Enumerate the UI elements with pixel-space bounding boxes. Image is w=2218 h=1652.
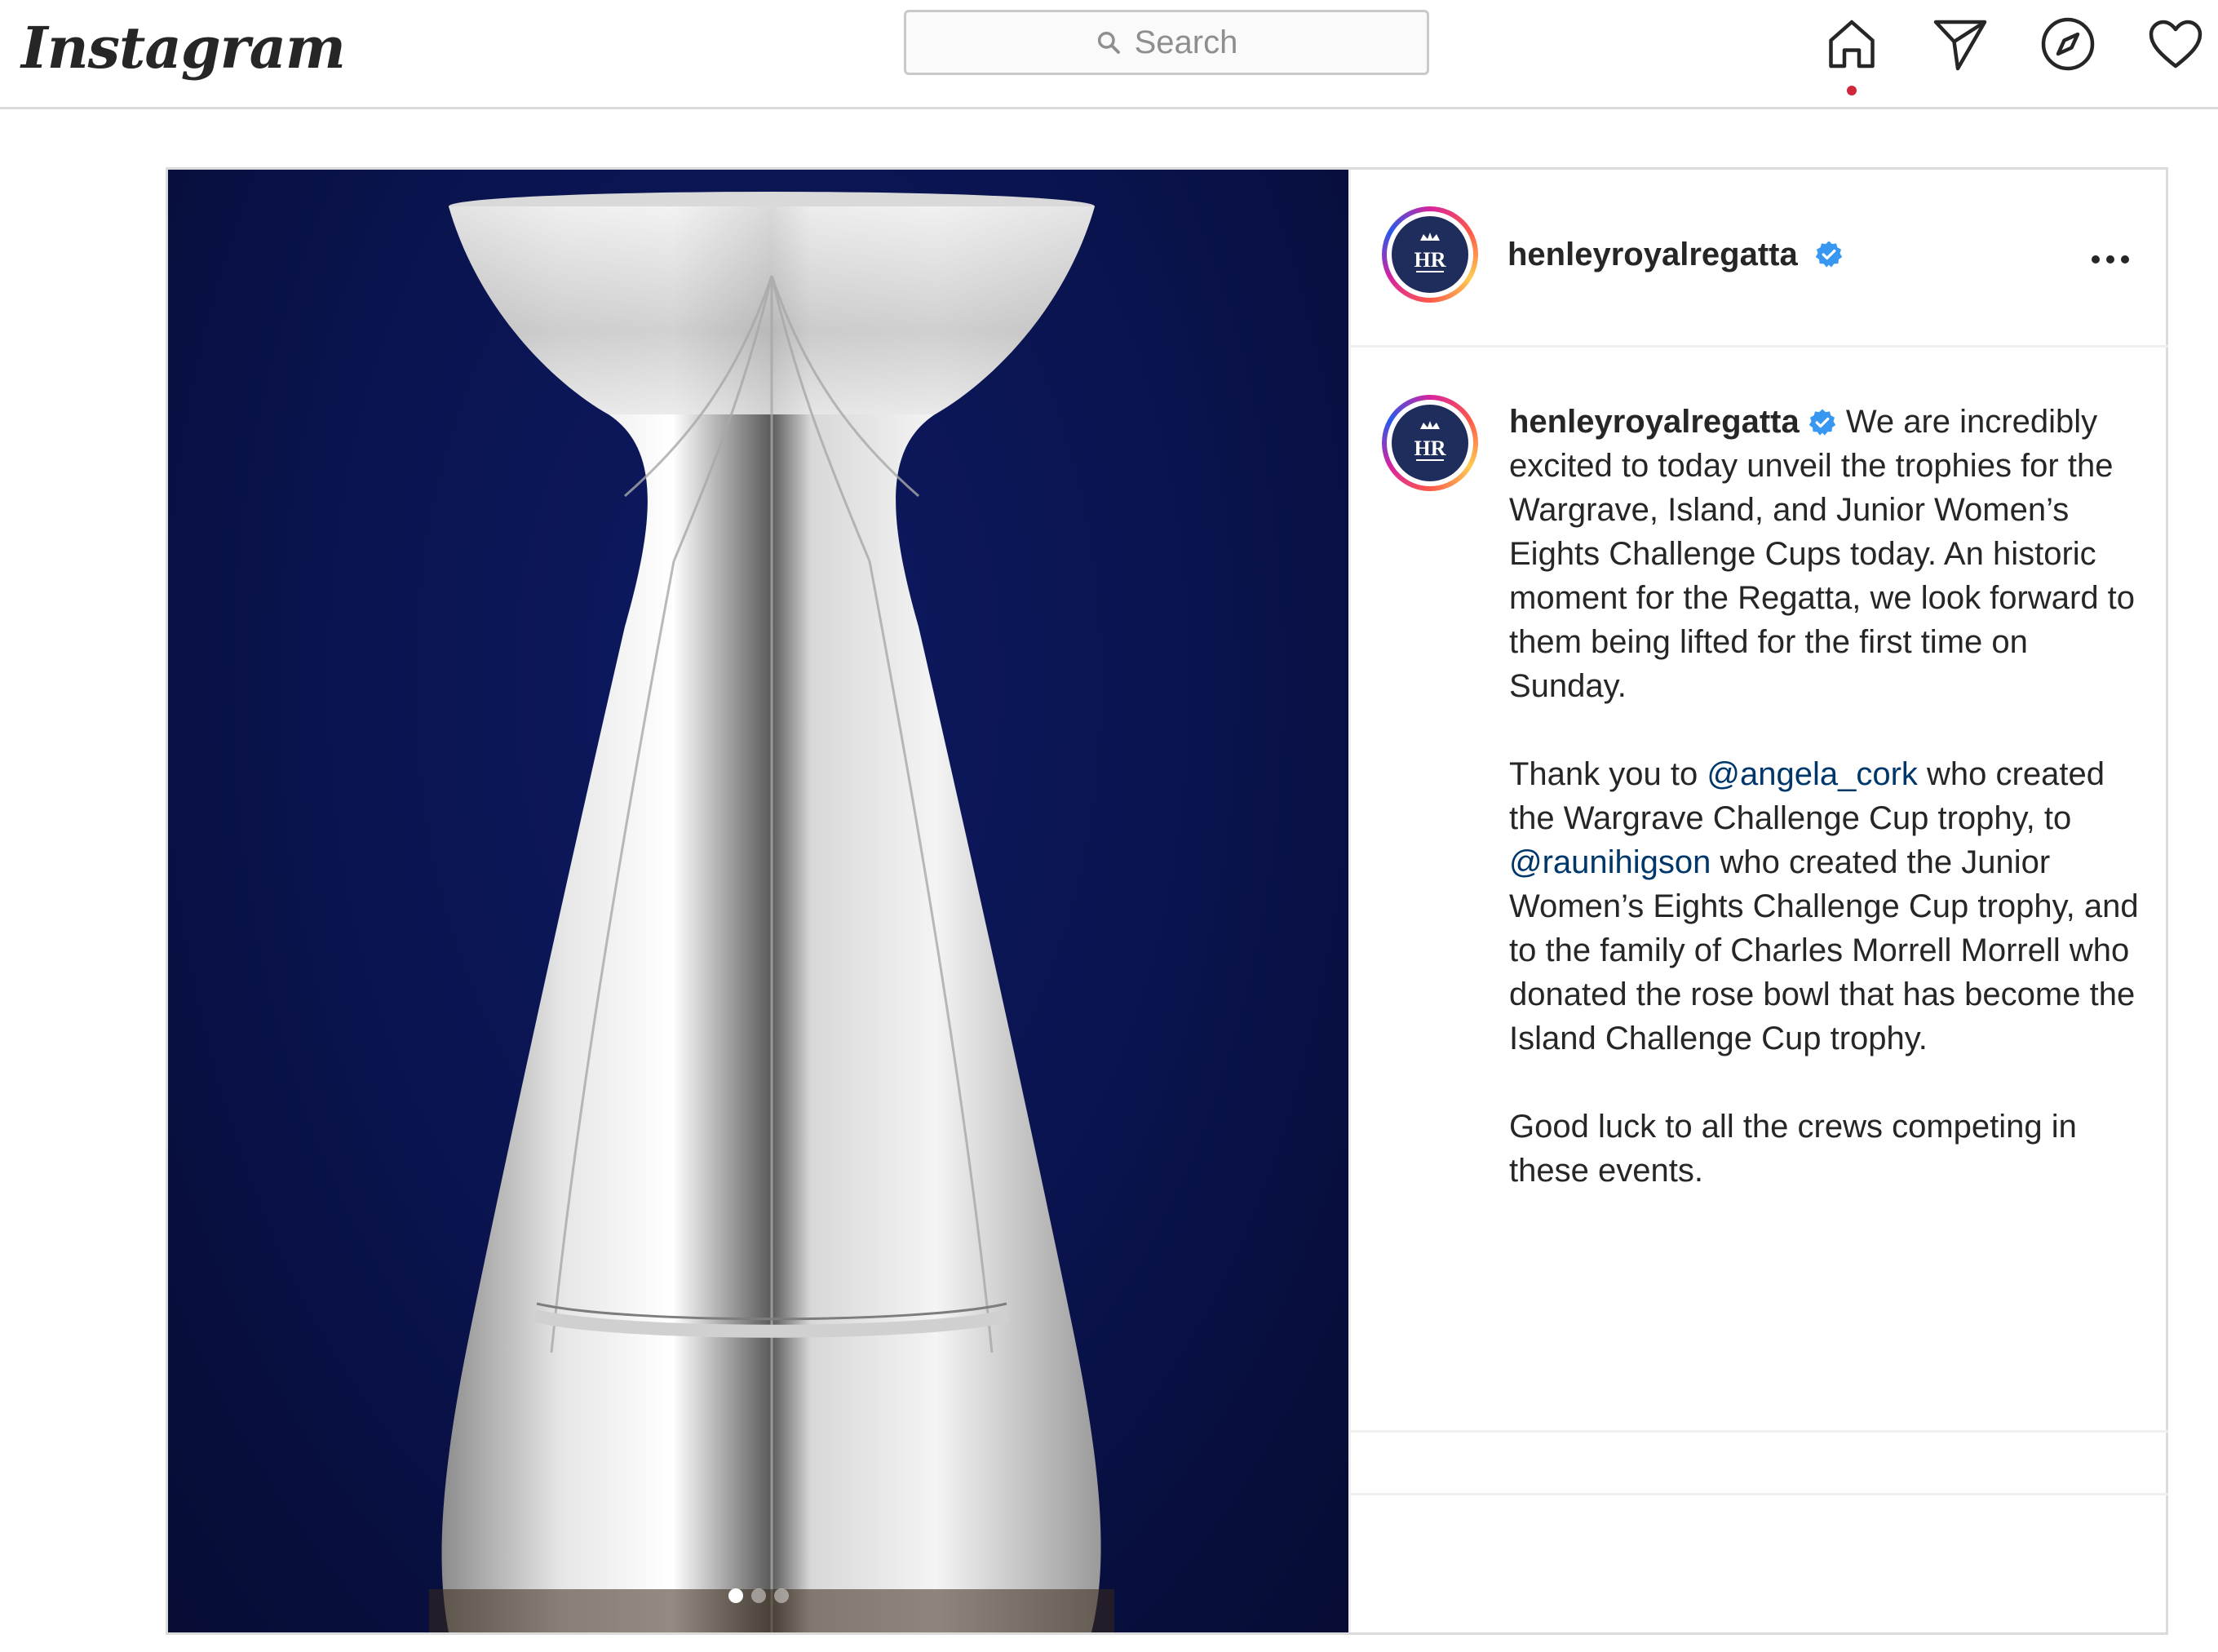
post-caption: henleyroyalregatta We are incredibly exc… (1509, 400, 2145, 1193)
carousel-dot-3[interactable] (773, 1588, 789, 1603)
mention-angela-cork[interactable]: @angela_cork (1707, 756, 1918, 792)
caption-paragraph-3: Good luck to all the crews competing in … (1509, 1109, 2087, 1189)
instagram-logo[interactable]: Instagram (21, 3, 346, 93)
home-icon[interactable] (1822, 15, 1881, 73)
top-navigation-bar: Instagram Search (0, 0, 2218, 109)
actions-divider (1351, 1493, 2168, 1495)
post-header: HR henleyroyalregatta (1351, 170, 2168, 348)
post-sidebar: HR henleyroyalregatta HR henleyroyalrega… (1348, 170, 2168, 1632)
regatta-crest-logo: HR (1414, 421, 1446, 461)
svg-text:HR: HR (1414, 248, 1446, 272)
verified-badge-icon (1808, 409, 1835, 436)
caption-username[interactable]: henleyroyalregatta (1509, 404, 1800, 440)
author-avatar[interactable]: HR (1382, 206, 1478, 303)
trophy-photo (429, 192, 1114, 1632)
svg-text:HR: HR (1414, 436, 1446, 460)
caption-divider (1351, 1430, 2168, 1433)
search-placeholder: Search (1134, 24, 1238, 60)
post-media[interactable] (168, 170, 1348, 1632)
search-icon (1097, 31, 1120, 54)
author-username[interactable]: henleyroyalregatta (1507, 237, 1798, 273)
activity-heart-icon[interactable] (2146, 15, 2205, 73)
verified-badge-icon (1815, 241, 1843, 268)
direct-message-icon[interactable] (1931, 15, 1990, 73)
explore-icon[interactable] (2039, 15, 2097, 73)
more-options-icon[interactable] (2092, 255, 2129, 264)
caption-author-avatar[interactable]: HR (1382, 395, 1478, 491)
search-input[interactable]: Search (904, 10, 1429, 75)
carousel-indicator (168, 1588, 1348, 1603)
regatta-crest-logo: HR (1414, 233, 1446, 272)
carousel-dot-1[interactable] (728, 1588, 743, 1603)
mention-raunihigson[interactable]: @raunihigson (1509, 844, 1711, 880)
caption-paragraph-1: We are incredibly excited to today unvei… (1509, 404, 2145, 704)
post-card: HR henleyroyalregatta HR henleyroyalrega… (166, 167, 2168, 1635)
carousel-dot-2[interactable] (750, 1588, 766, 1603)
home-notification-dot (1847, 86, 1857, 95)
caption-paragraph-2-start: Thank you to (1509, 756, 1707, 792)
